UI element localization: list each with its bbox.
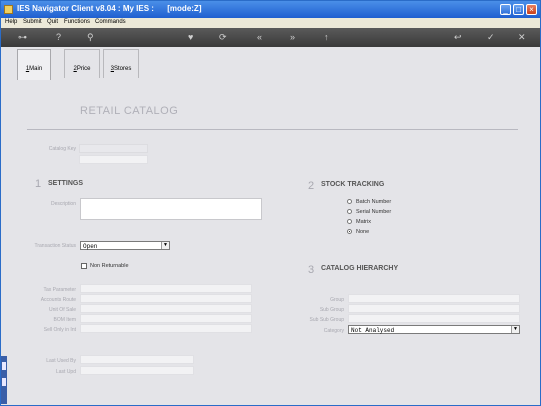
- first-icon[interactable]: «: [257, 32, 262, 42]
- main-content: 1Main 2Price 3Stores RETAIL CATALOG Cata…: [6, 47, 535, 399]
- group-input[interactable]: [348, 294, 520, 303]
- key-icon[interactable]: ⊶: [18, 32, 27, 42]
- catalog-hierarchy-number: 3: [308, 264, 315, 276]
- app-icon: [4, 5, 13, 14]
- catalog-key-field-top: [79, 144, 148, 153]
- tab-price[interactable]: 2Price: [64, 49, 100, 78]
- title-bar: IES Navigator Client v8.04 : My IES : [m…: [1, 1, 540, 18]
- taskbar-icon[interactable]: [2, 378, 6, 386]
- last-upd-label: Last Upd: [55, 369, 76, 375]
- last-used-by-label: Last Used By: [46, 358, 76, 364]
- last-used-by-field: [80, 355, 194, 364]
- accounts-route-input[interactable]: [80, 294, 252, 303]
- description-input[interactable]: [80, 198, 262, 220]
- menu-submit[interactable]: Submit: [23, 19, 42, 25]
- divider: [27, 129, 518, 130]
- minimize-button[interactable]: _: [500, 4, 511, 15]
- sub-group-label: Sub Group: [319, 307, 344, 313]
- sell-only-label: Sell Only in Int: [43, 327, 76, 333]
- search-icon[interactable]: ⚲: [87, 32, 94, 42]
- radio-serial-number-label: Serial Number: [356, 209, 392, 215]
- menu-quit[interactable]: Quit: [47, 19, 58, 25]
- menu-bar: Help Submit Quit Functions Commands: [1, 18, 540, 28]
- group-label: Group: [330, 297, 344, 303]
- menu-functions[interactable]: Functions: [64, 19, 90, 25]
- up-icon[interactable]: ↑: [324, 32, 329, 42]
- back-icon[interactable]: ↩: [454, 32, 462, 42]
- menu-help[interactable]: Help: [5, 19, 17, 25]
- chevron-down-icon: ▼: [511, 326, 519, 333]
- sub-sub-group-input[interactable]: [348, 314, 520, 323]
- non-returnable-label: Non Returnable: [90, 263, 129, 269]
- category-label: Category: [323, 328, 344, 334]
- catalog-hierarchy-title: CATALOG HIERARCHY: [321, 265, 399, 272]
- unit-of-sale-input[interactable]: [80, 304, 252, 313]
- catalog-key-input[interactable]: [79, 155, 148, 164]
- tax-parameter-label: Tax Parameter: [43, 287, 76, 293]
- transaction-status-select[interactable]: Open ▼: [80, 241, 170, 250]
- taskbar-icon[interactable]: [2, 362, 6, 370]
- tab-main[interactable]: 1Main: [17, 49, 51, 80]
- last-icon[interactable]: »: [290, 32, 295, 42]
- radio-matrix-label: Matrix: [356, 219, 371, 225]
- description-label: Description: [50, 201, 76, 207]
- refresh-icon[interactable]: ⟳: [219, 32, 227, 42]
- ok-icon[interactable]: ✓: [487, 32, 495, 42]
- radio-serial-number[interactable]: [347, 209, 352, 214]
- settings-title: SETTINGS: [48, 180, 84, 187]
- page-title: RETAIL CATALOG: [80, 105, 179, 117]
- sub-group-input[interactable]: [348, 304, 520, 313]
- stock-tracking-title: STOCK TRACKING: [321, 181, 385, 188]
- maximize-button[interactable]: □: [513, 4, 524, 15]
- side-taskbar: [1, 356, 7, 404]
- radio-none-label: None: [356, 229, 370, 235]
- accounts-route-label: Accounts Route: [40, 297, 76, 303]
- radio-matrix[interactable]: [347, 219, 352, 224]
- catalog-key-label: Catalog Key: [48, 146, 76, 152]
- settings-number: 1: [35, 178, 42, 190]
- radio-batch-number[interactable]: [347, 199, 352, 204]
- tax-parameter-input[interactable]: [80, 284, 252, 293]
- category-select[interactable]: Not Analysed ▼: [348, 325, 520, 334]
- window-title: IES Navigator Client v8.04 : My IES : [m…: [17, 4, 202, 13]
- tab-stores[interactable]: 3Stores: [103, 49, 139, 78]
- heart-icon[interactable]: ♥: [188, 32, 193, 42]
- help-icon[interactable]: ?: [56, 32, 61, 42]
- unit-of-sale-label: Unit Of Sale: [49, 307, 76, 313]
- menu-commands[interactable]: Commands: [95, 19, 126, 25]
- non-returnable-checkbox[interactable]: [81, 263, 87, 269]
- chevron-down-icon: ▼: [161, 242, 169, 249]
- transaction-status-label: Transaction Status: [34, 243, 76, 249]
- last-upd-field: [80, 366, 194, 375]
- toolbar: ⊶ ? ⚲ ♥ ⟳ « » ↑ ↩ ✓ ✕: [1, 28, 540, 47]
- radio-none[interactable]: [347, 229, 352, 234]
- bom-item-input[interactable]: [80, 314, 252, 323]
- close-icon[interactable]: ✕: [518, 32, 526, 42]
- stock-tracking-number: 2: [308, 180, 315, 192]
- sell-only-input[interactable]: [80, 324, 252, 333]
- sub-sub-group-label: Sub Sub Group: [309, 317, 344, 323]
- radio-batch-number-label: Batch Number: [356, 199, 392, 205]
- close-window-button[interactable]: ×: [526, 4, 537, 15]
- bom-item-label: BOM Item: [53, 317, 76, 323]
- app-window: IES Navigator Client v8.04 : My IES : [m…: [0, 0, 541, 406]
